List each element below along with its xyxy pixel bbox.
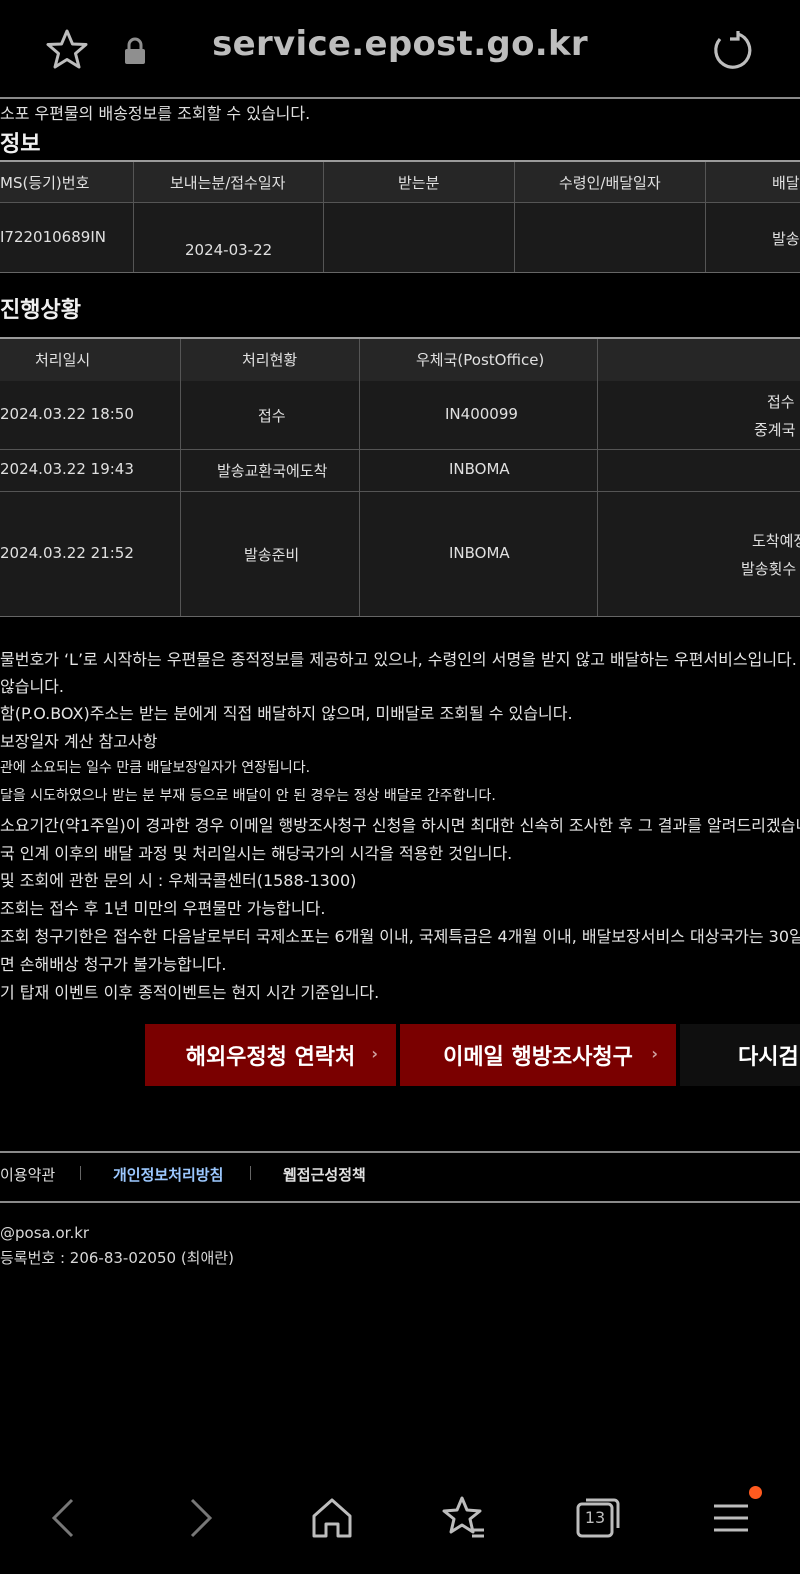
row3-status: 발송준비 <box>244 546 300 564</box>
row2-datetime: 2024.03.22 19:43 <box>0 460 134 478</box>
footer-separator <box>80 1166 81 1180</box>
overseas-contact-button[interactable]: 해외우정청 연락처 › <box>145 1024 396 1086</box>
delivery-status: 발송 <box>772 230 800 248</box>
row3-detail2: 발송횟수 <box>741 560 797 578</box>
search-again-label: 다시검 <box>738 1045 799 1070</box>
notice-item: 보장일자 계산 참고사항 <box>0 732 158 751</box>
address-bar-url[interactable]: service.epost.go.kr <box>0 24 800 64</box>
row1-office: IN400099 <box>445 405 518 423</box>
sender-date: 2024-03-22 <box>185 241 273 259</box>
overseas-contact-label: 해외우정청 연락처 <box>185 1045 356 1070</box>
notice-item: 물번호가 ‘L’로 시작하는 우편물은 종적정보를 제공하고 있으나, 수령인의… <box>0 650 800 669</box>
notice-item: 기 탑재 이벤트 이후 종적이벤트는 현지 시간 기준입니다. <box>0 983 380 1002</box>
row3-datetime: 2024.03.22 21:52 <box>0 544 134 562</box>
email-inquiry-label: 이메일 행방조사청구 <box>443 1045 633 1070</box>
menu-button[interactable] <box>708 1486 762 1542</box>
notice-item: 관에 소요되는 일수 만큼 배달보장일자가 연장됩니다. <box>0 760 311 776</box>
search-again-button[interactable]: 다시검 <box>680 1024 800 1086</box>
notice-item: 달을 시도하였으나 받는 분 부재 등으로 배달이 안 된 경우는 정상 배달로… <box>0 788 496 804</box>
header-receiver-date: 수령인/배달일자 <box>559 174 661 192</box>
notice-item: 및 조회에 관한 문의 시 : 우체국콜센터(1588-1300) <box>0 871 357 890</box>
tab-count: 13 <box>584 1508 606 1527</box>
footer-separator <box>250 1166 251 1180</box>
header-registered-number: MS(등기)번호 <box>0 174 90 192</box>
row1-detail2: 중계국 <box>754 421 796 439</box>
back-icon[interactable] <box>40 1494 88 1542</box>
browser-bottom-nav: 13 <box>0 1468 800 1574</box>
header-post-office: 우체국(PostOffice) <box>416 351 545 369</box>
row2-status: 발송교환국에도착 <box>217 462 328 480</box>
notice-item: 않습니다. <box>0 677 64 696</box>
row1-detail1: 접수 <box>767 393 795 411</box>
toolbar-divider <box>0 97 800 99</box>
section-title-progress: 진행상황 <box>0 298 81 323</box>
intro-text: 소포 우편물의 배송정보를 조회할 수 있습니다. <box>0 104 311 123</box>
notice-item: 소요기간(약1주일)이 경과한 경우 이메일 행방조사청구 신청을 하시면 최대… <box>0 816 800 835</box>
browser-toolbar: service.epost.go.kr <box>0 0 800 98</box>
home-icon[interactable] <box>308 1494 356 1542</box>
forward-icon[interactable] <box>176 1494 224 1542</box>
header-datetime: 처리일시 <box>35 351 91 369</box>
row2-office: INBOMA <box>449 460 510 478</box>
row1-status: 접수 <box>258 407 286 425</box>
registered-number[interactable]: I722010689IN <box>0 228 106 246</box>
row3-office: INBOMA <box>449 544 510 562</box>
reload-icon[interactable] <box>708 27 754 73</box>
chevron-right-icon: › <box>371 1044 378 1063</box>
email-inquiry-button[interactable]: 이메일 행방조사청구 › <box>400 1024 676 1086</box>
tabs-button[interactable]: 13 <box>574 1494 622 1542</box>
row3-detail1: 도착예정 <box>752 532 800 550</box>
footer-divider-top <box>0 1151 800 1153</box>
accessibility-policy-link[interactable]: 웹접근성정책 <box>283 1164 366 1185</box>
footer-divider-bottom <box>0 1201 800 1203</box>
notice-item: 국 인계 이후의 배달 과정 및 처리일시는 해당국가의 시각을 적용한 것입니… <box>0 844 513 863</box>
header-sender-date: 보내는분/접수일자 <box>170 174 286 192</box>
notice-item: 면 손해배상 청구가 불가능합니다. <box>0 955 227 974</box>
notification-dot <box>749 1486 762 1499</box>
privacy-policy-link[interactable]: 개인정보처리방침 <box>113 1164 223 1185</box>
footer-email: @posa.or.kr <box>0 1224 90 1242</box>
terms-link[interactable]: 이용약관 <box>0 1164 55 1185</box>
header-delivery: 배달 <box>772 174 800 192</box>
notice-item: 함(P.O.BOX)주소는 받는 분에게 직접 배달하지 않으며, 미배달로 조… <box>0 704 573 723</box>
item-table-row <box>0 203 800 272</box>
chevron-right-icon: › <box>651 1044 658 1063</box>
footer-business-number: 등록번호 : 206-83-02050 (최애란) <box>0 1249 234 1267</box>
header-recipient: 받는분 <box>398 174 440 192</box>
header-status: 처리현황 <box>242 351 298 369</box>
notice-item: 조회 청구기한은 접수한 다음날로부터 국제소포는 6개월 이내, 국제특급은 … <box>0 927 800 946</box>
menu-icon <box>714 1504 748 1532</box>
bookmarks-icon[interactable] <box>440 1494 488 1542</box>
row1-datetime: 2024.03.22 18:50 <box>0 405 134 423</box>
notice-item: 조회는 접수 후 1년 미만의 우편물만 가능합니다. <box>0 899 326 918</box>
progress-table-header <box>0 337 800 382</box>
section-title-info: 정보 <box>0 132 41 157</box>
